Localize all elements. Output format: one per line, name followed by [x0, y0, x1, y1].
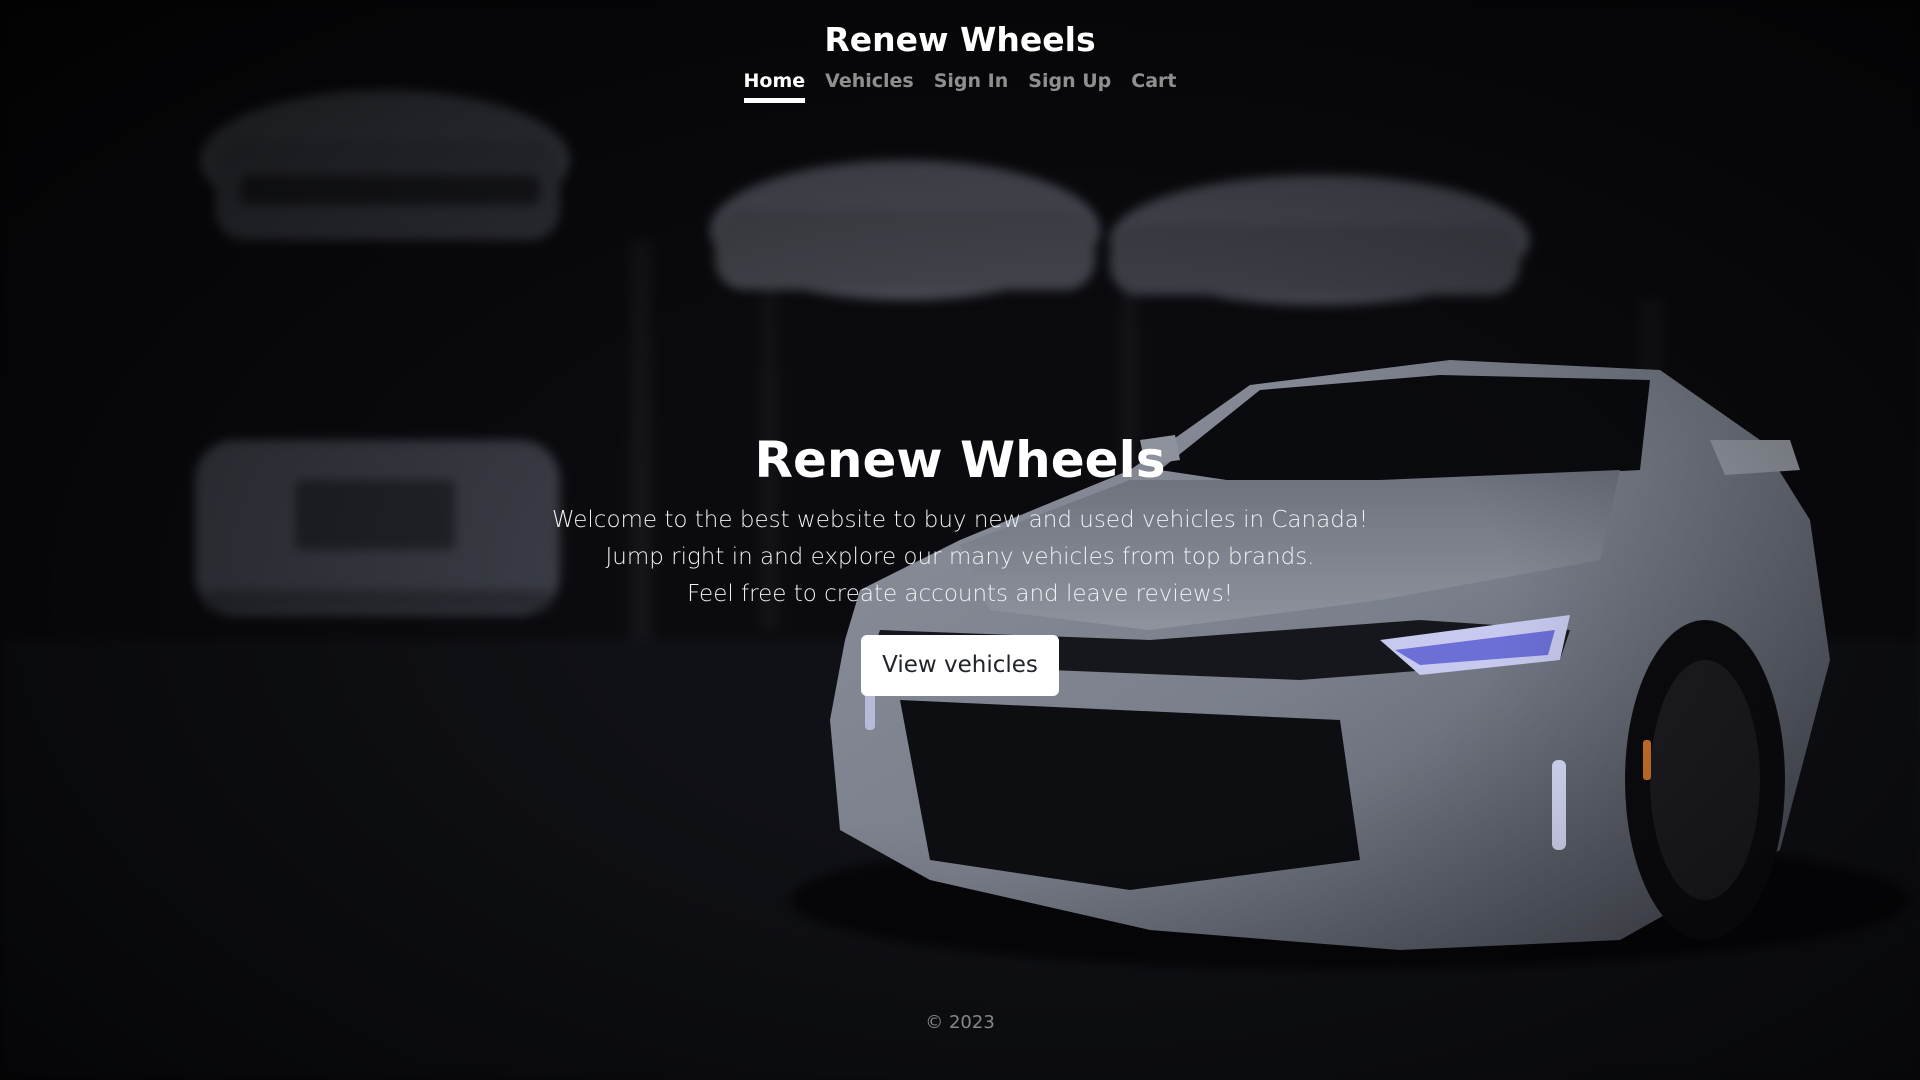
site-header: Renew Wheels Home Vehicles Sign In Sign …	[0, 0, 1920, 110]
page: Renew Wheels Home Vehicles Sign In Sign …	[0, 0, 1920, 1080]
hero-line-3: Feel free to create accounts and leave r…	[687, 581, 1233, 607]
nav-item-sign-in[interactable]: Sign In	[934, 70, 1009, 103]
nav-item-cart[interactable]: Cart	[1131, 70, 1176, 103]
main-nav: Home Vehicles Sign In Sign Up Cart	[0, 70, 1920, 103]
site-footer: © 2023	[0, 1012, 1920, 1033]
hero-line-2: Jump right in and explore our many vehic…	[605, 544, 1315, 570]
hero-description: Welcome to the best website to buy new a…	[0, 502, 1920, 613]
nav-item-sign-up[interactable]: Sign Up	[1028, 70, 1111, 103]
view-vehicles-button[interactable]: View vehicles	[861, 635, 1059, 696]
nav-item-vehicles[interactable]: Vehicles	[825, 70, 914, 103]
nav-item-home[interactable]: Home	[743, 70, 806, 103]
hero-section: Renew Wheels Welcome to the best website…	[0, 428, 1920, 696]
hero-title: Renew Wheels	[754, 431, 1166, 489]
copyright-text: © 2023	[925, 1012, 995, 1033]
site-brand[interactable]: Renew Wheels	[0, 20, 1920, 59]
hero-line-1: Welcome to the best website to buy new a…	[551, 507, 1369, 533]
